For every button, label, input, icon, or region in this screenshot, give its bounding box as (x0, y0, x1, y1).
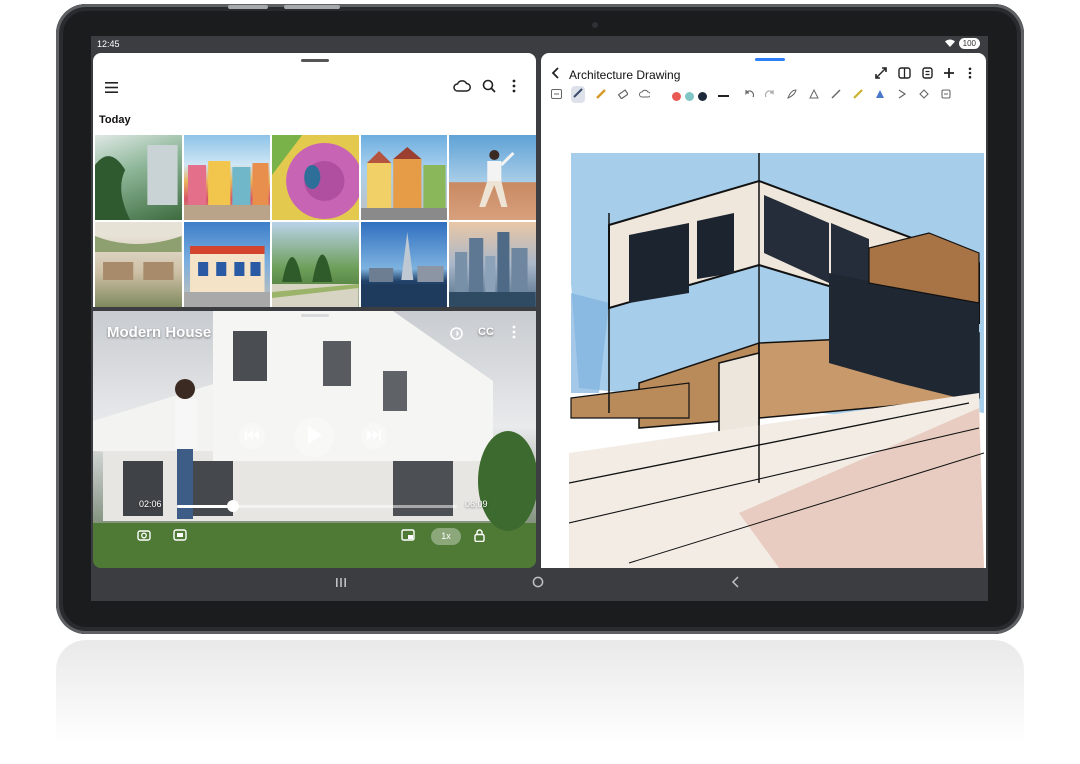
stroke-width-icon[interactable] (718, 95, 729, 97)
book-view-icon[interactable] (898, 67, 911, 82)
search-icon[interactable] (482, 79, 496, 97)
home-button[interactable] (532, 576, 544, 591)
video-more-icon[interactable] (512, 325, 516, 342)
pen-toolbar (541, 85, 986, 107)
wifi-icon (944, 39, 955, 49)
gallery-panel: Today (93, 53, 536, 307)
status-time: 12:45 (97, 39, 120, 49)
highlighter-icon[interactable] (596, 89, 606, 102)
play-button[interactable] (294, 417, 334, 457)
battery-indicator: 100 (958, 38, 980, 49)
volume-button (228, 5, 268, 9)
seek-bar[interactable] (177, 500, 457, 512)
redo-icon[interactable] (764, 89, 775, 102)
rewind-icon (245, 427, 259, 445)
photo-thumbnail[interactable] (183, 135, 271, 220)
photo-grid (95, 135, 536, 307)
video-drag-handle[interactable] (301, 314, 329, 317)
photo-thumbnail[interactable] (272, 135, 359, 220)
power-button (284, 5, 340, 9)
gallery-toolbar (93, 73, 536, 103)
pen-icon[interactable] (571, 86, 585, 103)
page-icon[interactable] (922, 67, 933, 82)
undo-icon[interactable] (744, 89, 755, 102)
gallery-drag-handle[interactable] (301, 59, 329, 62)
more-vertical-icon[interactable] (512, 79, 516, 97)
screenshot-icon[interactable] (137, 529, 151, 544)
section-label-today: Today (99, 114, 131, 126)
seek-bar-thumb[interactable] (227, 500, 239, 512)
shape-icon[interactable] (897, 89, 907, 102)
pencil-icon[interactable] (831, 89, 841, 102)
navigation-bar (91, 568, 988, 601)
cloud-icon[interactable] (453, 79, 471, 96)
video-title: Modern House (107, 324, 212, 341)
gif-icon[interactable] (173, 529, 187, 544)
screen: 12:45 100 Today Modern House CC 02:06 06… (91, 36, 988, 601)
back-button[interactable] (731, 576, 739, 591)
expand-icon[interactable] (875, 67, 887, 82)
photo-thumbnail[interactable] (449, 135, 536, 220)
popup-view-icon[interactable] (401, 529, 415, 544)
recents-button[interactable] (335, 576, 347, 591)
photo-thumbnail[interactable] (360, 135, 448, 220)
eraser-icon[interactable] (617, 89, 629, 102)
brush-icon[interactable] (787, 89, 797, 102)
fill-icon[interactable] (875, 89, 885, 102)
note-title: Architecture Drawing (569, 68, 681, 82)
playback-speed-button[interactable]: 1x (431, 528, 461, 545)
front-camera (592, 22, 598, 28)
notes-header: Architecture Drawing (541, 61, 986, 87)
photo-thumbnail[interactable] (449, 222, 536, 307)
notes-panel: Architecture Drawing (541, 53, 986, 568)
calligraphy-pen-icon[interactable] (809, 88, 819, 102)
export-icon[interactable] (941, 89, 951, 102)
photo-thumbnail[interactable] (95, 222, 182, 307)
text-mode-icon[interactable] (551, 89, 562, 102)
fast-forward-icon (367, 427, 381, 445)
photo-thumbnail[interactable] (272, 222, 359, 307)
photo-thumbnail[interactable] (183, 222, 271, 307)
lock-icon[interactable] (474, 529, 485, 545)
video-player-panel: Modern House CC 02:06 06:09 1x (93, 311, 536, 568)
notes-more-icon[interactable] (968, 67, 972, 82)
device-reflection (56, 640, 1024, 764)
color-swatch-teal[interactable] (685, 92, 694, 101)
hamburger-icon[interactable] (105, 80, 118, 97)
seek-bar-progress (177, 505, 233, 508)
drawing-canvas[interactable] (568, 153, 985, 568)
play-icon (306, 425, 322, 449)
current-time: 02:06 (139, 499, 162, 509)
color-swatch-navy[interactable] (698, 92, 707, 101)
end-time: 06:09 (465, 499, 488, 509)
captions-button[interactable]: CC (478, 326, 494, 338)
photo-thumbnail[interactable] (95, 135, 182, 220)
status-bar: 12:45 100 (91, 36, 988, 53)
back-icon[interactable] (551, 67, 559, 82)
rotate-icon[interactable] (449, 326, 464, 344)
color-swatch-red[interactable] (672, 92, 681, 101)
add-icon[interactable] (943, 67, 955, 82)
photo-thumbnail[interactable] (360, 222, 448, 307)
rewind-button[interactable] (239, 423, 265, 449)
fast-forward-button[interactable] (361, 423, 387, 449)
marker-icon[interactable] (853, 89, 863, 102)
insert-icon[interactable] (919, 89, 929, 102)
lasso-icon[interactable] (639, 89, 651, 101)
